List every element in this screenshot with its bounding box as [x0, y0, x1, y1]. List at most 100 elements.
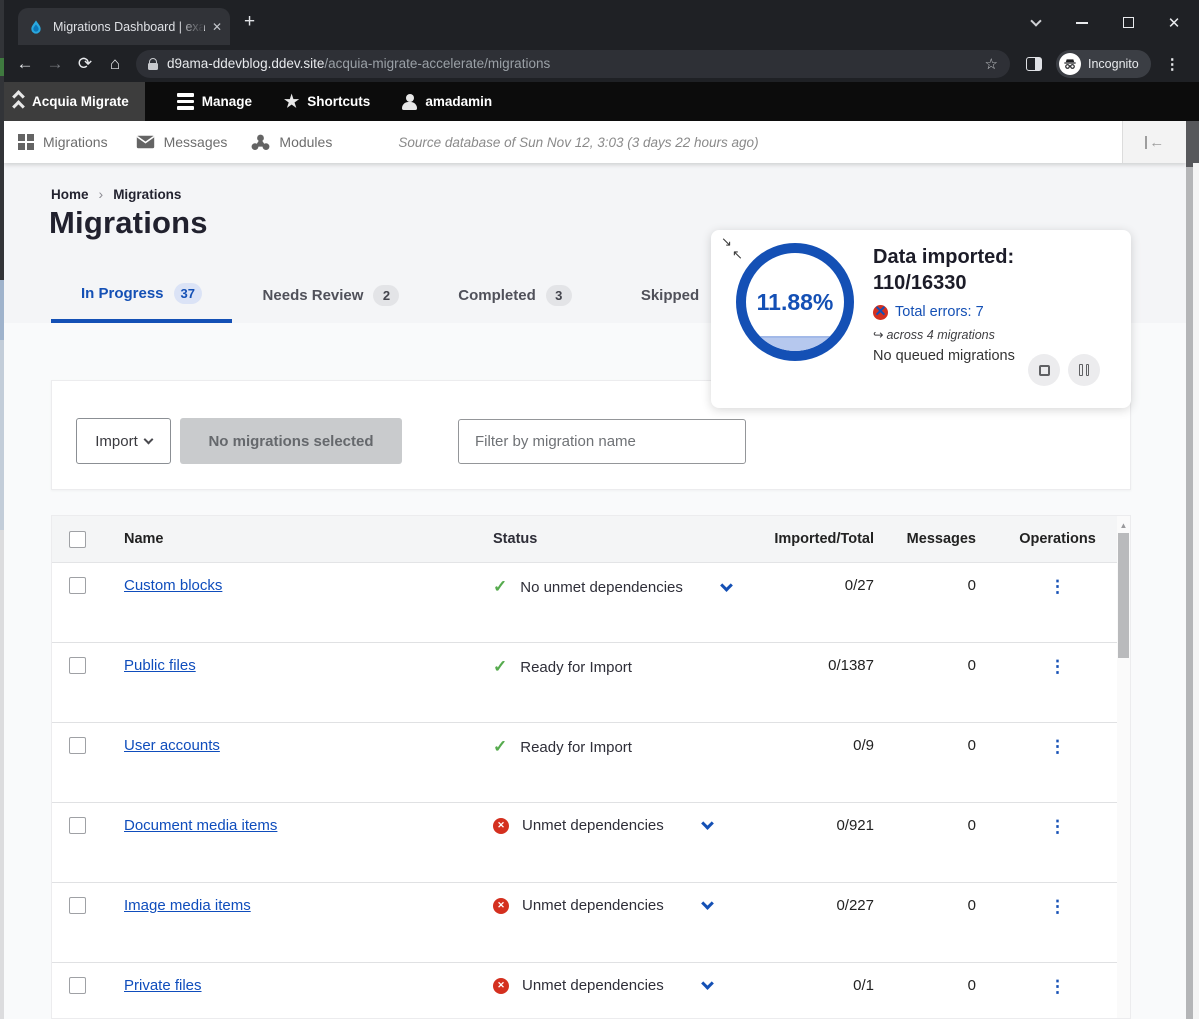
browser-tab-bar: Migrations Dashboard | example ✕ + ✕ [0, 0, 1199, 45]
import-label: Import [95, 433, 138, 450]
incognito-icon [1059, 53, 1081, 75]
shortcuts-label: Shortcuts [307, 94, 370, 109]
row-operations-menu-icon[interactable]: ⋮ [1015, 817, 1100, 837]
stop-button[interactable] [1028, 354, 1060, 386]
data-imported-label: Data imported: [873, 244, 1123, 270]
tab-in-progress[interactable]: In Progress 37 [51, 267, 232, 323]
row-operations-menu-icon[interactable]: ⋮ [1015, 657, 1100, 677]
imported-total-value: 0/227 [692, 897, 874, 914]
data-imported-value: 110/16330 [873, 270, 1123, 296]
breadcrumb-home[interactable]: Home [51, 187, 89, 202]
secondary-toolbar: Migrations Messages Modules Source datab… [4, 121, 1186, 163]
modules-label: Modules [279, 134, 332, 150]
migration-link[interactable]: Public files [124, 657, 196, 674]
select-all-checkbox[interactable] [69, 531, 86, 548]
migration-link[interactable]: User accounts [124, 737, 220, 754]
migration-link[interactable]: Custom blocks [124, 577, 222, 594]
scrollbar-thumb[interactable] [1118, 533, 1129, 658]
tab-title-fade [178, 8, 204, 45]
row-checkbox[interactable] [69, 577, 86, 594]
browser-toolbar: ← → ⟳ ⌂ d9ama-ddevblog.ddev.site/acquia-… [0, 45, 1199, 82]
collapse-arrow-se-icon[interactable]: ↘ [721, 234, 732, 250]
source-database-note: Source database of Sun Nov 12, 3:03 (3 d… [398, 135, 758, 150]
acquia-migrate-brand[interactable]: Acquia Migrate [4, 82, 145, 121]
migration-link[interactable]: Document media items [124, 817, 277, 834]
sliver-dark-cap [1186, 121, 1199, 167]
toolbar-item-shortcuts[interactable]: ★ Shortcuts [284, 82, 370, 121]
username-label: amadamin [425, 94, 492, 109]
tab-count-badge: 2 [373, 285, 399, 306]
scroll-up-icon[interactable]: ▲ [1117, 516, 1130, 530]
migration-link[interactable]: Private files [124, 977, 202, 994]
collapse-left-icon: ← [1149, 134, 1164, 151]
header-status: Status [493, 531, 537, 547]
hamburger-icon [177, 93, 194, 110]
new-tab-button[interactable]: + [244, 11, 255, 33]
page-content: Home › Migrations Migrations In Progress… [4, 163, 1186, 1019]
nav-item-modules[interactable]: Modules [251, 134, 332, 151]
messages-count: 0 [892, 577, 976, 594]
messages-count: 0 [892, 897, 976, 914]
row-operations-menu-icon[interactable]: ⋮ [1015, 577, 1100, 597]
browser-menu-icon[interactable]: ⋮ [1165, 55, 1180, 73]
breadcrumb-separator: › [99, 186, 104, 202]
collapse-arrow-nw-icon[interactable]: ↖ [732, 247, 743, 263]
row-checkbox[interactable] [69, 977, 86, 994]
selection-status-button: No migrations selected [180, 418, 402, 464]
row-operations-menu-icon[interactable]: ⋮ [1015, 897, 1100, 917]
lock-icon[interactable] [148, 58, 158, 70]
sliver-lightblue-segment [0, 340, 4, 530]
toolbar-item-user[interactable]: amadamin [402, 82, 492, 121]
row-status: ✕ Unmet dependencies [493, 817, 712, 834]
total-errors-link[interactable]: Total errors: 7 [895, 304, 984, 320]
row-operations-menu-icon[interactable]: ⋮ [1015, 977, 1100, 997]
filter-input[interactable] [458, 419, 746, 464]
tab-completed[interactable]: Completed 3 [430, 267, 600, 323]
migration-link[interactable]: Image media items [124, 897, 251, 914]
incognito-badge: Incognito [1056, 50, 1151, 78]
star-icon: ★ [284, 92, 299, 112]
tab-needs-review[interactable]: Needs Review 2 [232, 267, 430, 323]
sliver-green-segment [0, 58, 4, 76]
row-status: ✕ Unmet dependencies [493, 977, 712, 994]
address-bar[interactable]: d9ama-ddevblog.ddev.site/acquia-migrate-… [136, 50, 1010, 78]
table-row: Private files ✕ Unmet dependencies 0/1 0… [52, 963, 1130, 1019]
window-maximize-button[interactable] [1105, 0, 1151, 45]
breadcrumb-migrations: Migrations [113, 187, 181, 202]
table-row: Image media items ✕ Unmet dependencies 0… [52, 883, 1130, 963]
tab-close-icon[interactable]: ✕ [212, 20, 222, 34]
side-panel-icon[interactable] [1026, 57, 1042, 71]
bookmark-star-icon[interactable]: ☆ [985, 55, 998, 73]
row-checkbox[interactable] [69, 817, 86, 834]
nav-item-migrations[interactable]: Migrations [18, 134, 108, 150]
messages-count: 0 [892, 977, 976, 994]
error-icon: ✕ [493, 978, 509, 994]
row-checkbox[interactable] [69, 657, 86, 674]
row-checkbox[interactable] [69, 897, 86, 914]
table-scrollbar[interactable]: ▲ [1117, 516, 1130, 1018]
background-window-sliver-left [0, 0, 4, 1019]
home-icon[interactable]: ⌂ [100, 54, 130, 74]
error-icon: ✕ [493, 898, 509, 914]
window-close-button[interactable]: ✕ [1151, 0, 1197, 45]
row-checkbox[interactable] [69, 737, 86, 754]
window-minimize-button[interactable] [1059, 0, 1105, 45]
import-dropdown-button[interactable]: Import [76, 418, 171, 464]
browser-tab[interactable]: Migrations Dashboard | example ✕ [18, 8, 230, 45]
toolbar-collapse-button[interactable]: ← [1122, 121, 1186, 163]
nav-item-messages[interactable]: Messages [136, 134, 228, 150]
toolbar-item-manage[interactable]: Manage [177, 82, 252, 121]
forward-icon[interactable]: → [40, 54, 70, 74]
row-operations-menu-icon[interactable]: ⋮ [1015, 737, 1100, 757]
table-row: Custom blocks ✓ No unmet dependencies 0/… [52, 563, 1130, 643]
header-messages: Messages [892, 531, 976, 547]
url-host: d9ama-ddevblog.ddev.site [167, 56, 324, 71]
total-errors-row[interactable]: ✕ Total errors: 7 [873, 304, 1123, 320]
reload-icon[interactable]: ⟳ [70, 54, 100, 74]
table-row: Document media items ✕ Unmet dependencie… [52, 803, 1130, 883]
tab-search-icon[interactable] [1013, 0, 1059, 45]
status-text: Unmet dependencies [522, 817, 664, 834]
imported-total-value: 0/1387 [692, 657, 874, 674]
pause-button[interactable] [1068, 354, 1100, 386]
back-icon[interactable]: ← [10, 54, 40, 74]
